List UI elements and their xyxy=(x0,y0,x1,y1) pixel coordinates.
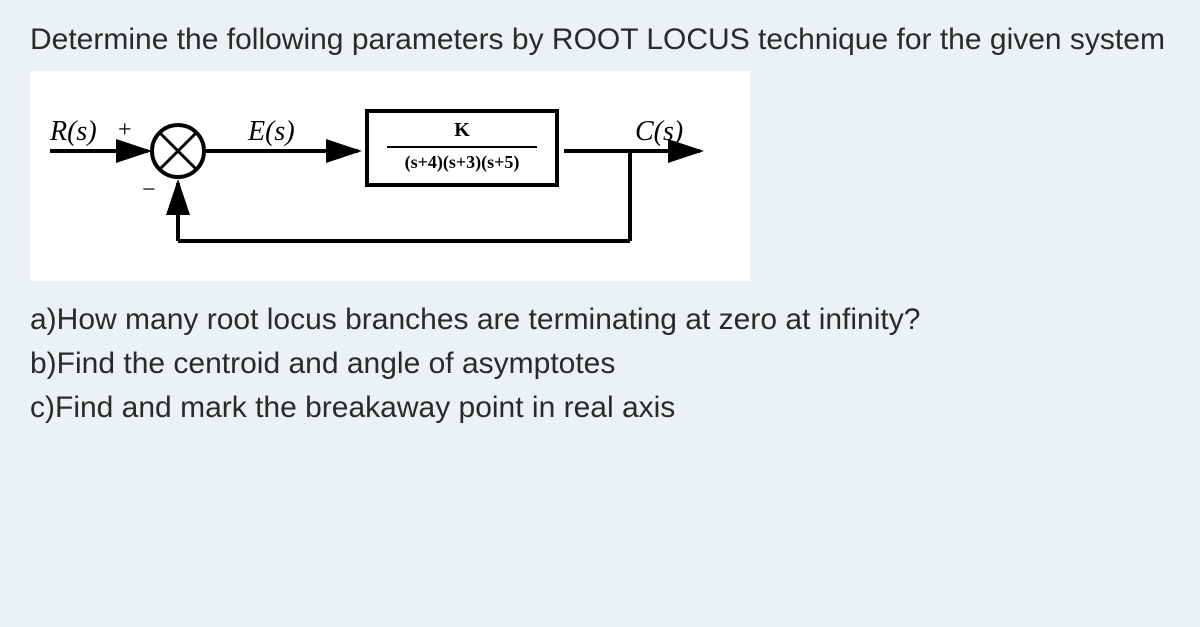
tf-fraction-bar xyxy=(387,146,537,148)
output-signal-label: C(s) xyxy=(635,116,683,148)
question-list: a)How many root locus branches are termi… xyxy=(30,299,1170,429)
question-a: a)How many root locus branches are termi… xyxy=(30,299,1170,341)
problem-page: Determine the following parameters by RO… xyxy=(0,0,1200,451)
block-diagram: R(s) + − xyxy=(30,71,750,281)
question-b: b)Find the centroid and angle of asympto… xyxy=(30,343,1170,385)
error-signal-label: E(s) xyxy=(248,116,295,148)
question-c: c)Find and mark the breakaway point in r… xyxy=(30,387,1170,429)
tf-denominator: (s+4)(s+3)(s+5) xyxy=(387,152,537,173)
summing-minus-label: − xyxy=(142,177,156,204)
problem-prompt: Determine the following parameters by RO… xyxy=(30,20,1170,61)
tf-numerator: K xyxy=(387,119,537,146)
transfer-function-block: K (s+4)(s+3)(s+5) xyxy=(365,109,559,187)
